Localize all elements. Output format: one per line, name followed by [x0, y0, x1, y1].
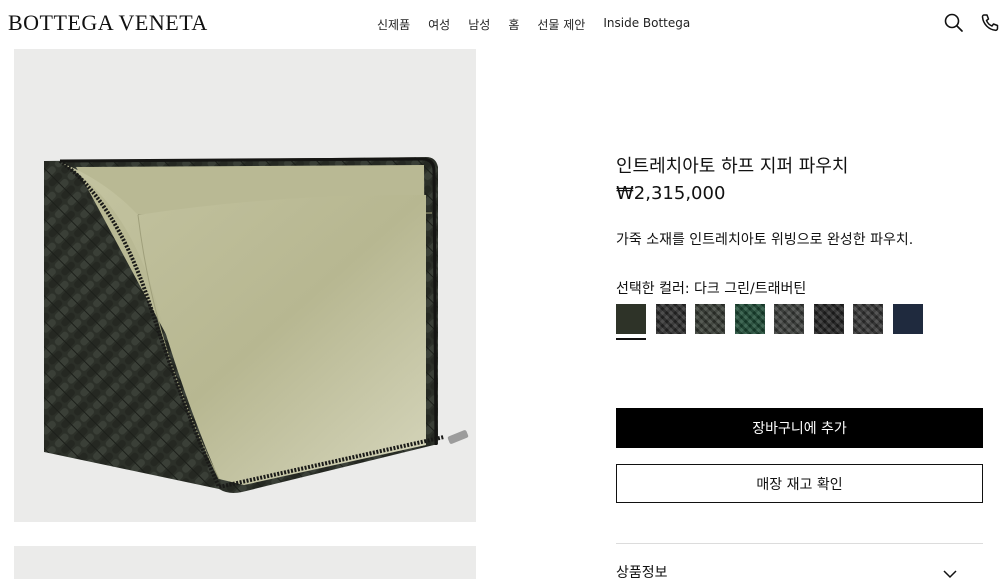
color-label: 선택한 컬러:	[616, 281, 690, 297]
accordion-product-info[interactable]: 상품정보	[616, 560, 983, 579]
color-swatch[interactable]	[813, 304, 844, 334]
search-icon[interactable]	[943, 12, 965, 34]
product-image-secondary[interactable]	[14, 546, 476, 579]
product-description: 가죽 소재를 인트레치아토 위빙으로 완성한 파우치.	[616, 232, 914, 248]
color-swatches	[616, 304, 932, 340]
color-value: 다크 그린/트래버틴	[694, 281, 807, 297]
color-swatch[interactable]	[616, 304, 646, 340]
color-swatch[interactable]	[892, 304, 923, 334]
nav-item-men[interactable]: 남성	[468, 16, 490, 33]
color-swatch[interactable]	[695, 304, 725, 334]
chevron-down-icon	[942, 565, 958, 579]
product-price: ₩2,315,000	[616, 183, 726, 204]
check-store-stock-button[interactable]: 매장 재고 확인	[616, 464, 983, 503]
nav-item-gifts[interactable]: 선물 제안	[537, 16, 585, 33]
color-swatch[interactable]	[853, 304, 883, 334]
phone-icon[interactable]	[979, 12, 1000, 34]
nav-item-home[interactable]: 홈	[508, 16, 519, 33]
site-header: BOTTEGA VENETA 신제품 여성 남성 홈 선물 제안 Inside …	[0, 0, 1000, 48]
add-to-cart-button[interactable]: 장바구니에 추가	[616, 408, 983, 448]
product-title: 인트레치아토 하프 지퍼 파우치	[616, 156, 849, 177]
nav-item-new[interactable]: 신제품	[377, 16, 410, 33]
color-swatch[interactable]	[655, 304, 686, 334]
color-swatch[interactable]	[774, 304, 804, 334]
main-nav: 신제품 여성 남성 홈 선물 제안 Inside Bottega	[377, 16, 690, 33]
divider	[616, 543, 983, 544]
color-swatch[interactable]	[734, 304, 765, 334]
brand-logo[interactable]: BOTTEGA VENETA	[8, 10, 208, 36]
product-image[interactable]	[14, 49, 476, 522]
accordion-label: 상품정보	[616, 565, 668, 579]
nav-item-inside-bottega[interactable]: Inside Bottega	[603, 16, 690, 33]
selected-color: 선택한 컬러: 다크 그린/트래버틴	[616, 278, 806, 298]
nav-item-women[interactable]: 여성	[428, 16, 450, 33]
